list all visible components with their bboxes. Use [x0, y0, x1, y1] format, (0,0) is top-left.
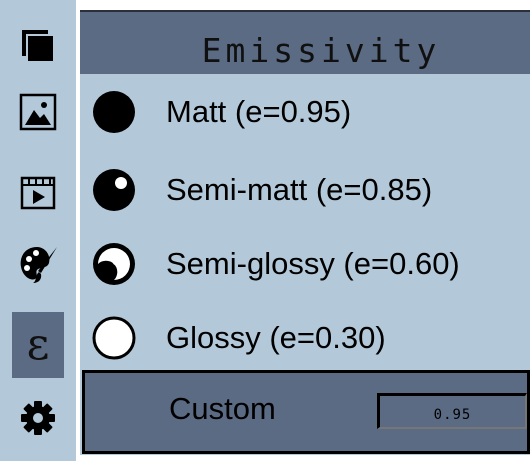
sidebar-item-settings[interactable]: [12, 392, 64, 444]
panel-title: Emissivity: [201, 30, 441, 70]
video-frame-icon: [18, 172, 58, 212]
custom-label: Custom: [169, 391, 276, 426]
option-matt[interactable]: Matt (e=0.95): [80, 82, 530, 142]
custom-option[interactable]: Custom: [82, 370, 530, 454]
custom-emissivity-input[interactable]: [377, 393, 527, 429]
matt-sphere-icon: [90, 88, 138, 141]
sidebar-item-image[interactable]: [12, 86, 64, 138]
semi-matt-sphere-icon: [90, 166, 138, 219]
option-semi-matt[interactable]: Semi-matt (e=0.85): [80, 160, 530, 220]
sidebar-item-palette[interactable]: [12, 238, 64, 290]
sidebar: ε: [0, 0, 76, 461]
glossy-sphere-icon: [90, 314, 138, 367]
panel-header: Emissivity: [80, 12, 530, 74]
app-window: ε Emissivity Matt (e=0.95) Semi-matt (e=…: [0, 0, 532, 461]
option-glossy[interactable]: Glossy (e=0.30): [80, 308, 530, 368]
image-icon: [18, 92, 58, 132]
option-semi-glossy[interactable]: Semi-glossy (e=0.60): [80, 234, 530, 294]
option-label: Semi-glossy (e=0.60): [166, 246, 460, 281]
gear-icon: [18, 398, 58, 438]
option-label: Glossy (e=0.30): [166, 320, 386, 355]
option-label: Semi-matt (e=0.85): [166, 172, 433, 207]
sidebar-item-video[interactable]: [12, 166, 64, 218]
layers-icon: [18, 26, 58, 66]
palette-icon: [17, 243, 59, 285]
semi-glossy-sphere-icon: [90, 240, 138, 293]
epsilon-icon: ε: [26, 319, 50, 370]
sidebar-item-layers[interactable]: [12, 20, 64, 72]
emissivity-panel: Emissivity Matt (e=0.95) Semi-matt (e=0.…: [80, 10, 530, 455]
option-label: Matt (e=0.95): [166, 94, 352, 129]
sidebar-item-emissivity[interactable]: ε: [12, 312, 64, 378]
